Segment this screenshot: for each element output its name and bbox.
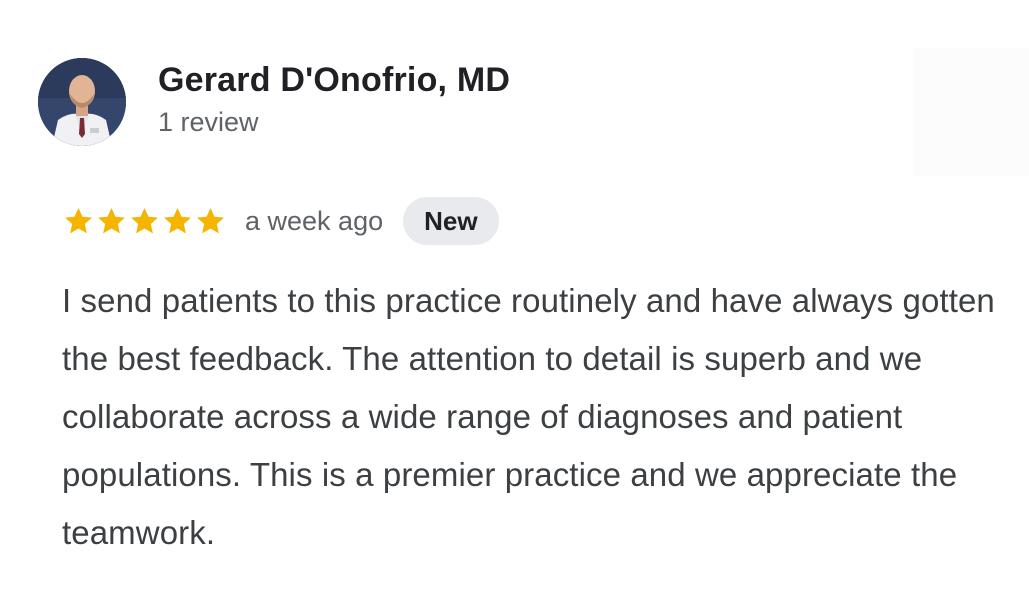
reviewer-header: Gerard D'Onofrio, MD 1 review [38, 58, 510, 146]
star-icon [197, 207, 224, 233]
reviewer-review-count: 1 review [158, 107, 259, 137]
review-meta: a week ago New [62, 196, 499, 246]
star-icon [98, 207, 125, 233]
star-icon [164, 207, 191, 233]
doctor-photo-icon [38, 58, 126, 146]
reviewer-avatar[interactable] [38, 58, 126, 146]
review-text: I send patients to this practice routine… [62, 282, 995, 551]
reviewer-info: Gerard D'Onofrio, MD 1 review [158, 58, 510, 140]
star-icon [131, 207, 158, 233]
reviewer-name[interactable]: Gerard D'Onofrio, MD [158, 58, 510, 102]
new-badge: New [403, 197, 499, 245]
review-date: a week ago [245, 206, 384, 236]
star-rating [62, 205, 227, 238]
star-icon [65, 207, 92, 233]
review-card: Gerard D'Onofrio, MD 1 review a week ago… [0, 0, 1029, 614]
corner-shade [913, 48, 1029, 176]
